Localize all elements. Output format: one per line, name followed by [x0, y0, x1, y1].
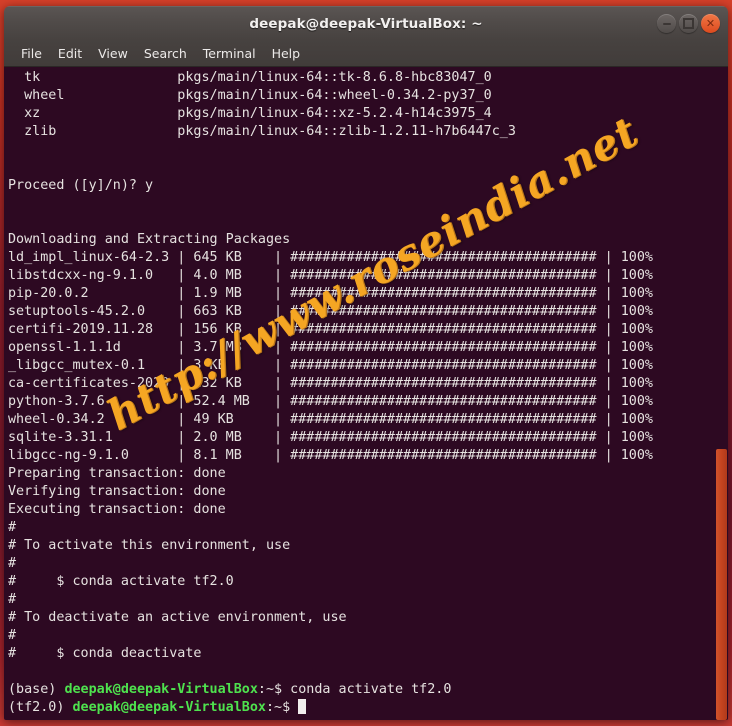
terminal-line: tk pkgs/main/linux-64::tk-8.6.8-hbc83047…	[8, 70, 492, 85]
menu-item-edit[interactable]: Edit	[50, 44, 90, 63]
prompt-env: (base)	[8, 682, 65, 697]
terminal-line: python-3.7.6 | 52.4 MB | ###############…	[8, 394, 653, 409]
minimize-button[interactable]	[657, 14, 676, 33]
prompt-env: (tf2.0)	[8, 700, 73, 715]
prompt-command: conda activate tf2.0	[290, 682, 452, 697]
terminal-line: Proceed ([y]/n)? y	[8, 178, 154, 193]
menubar: File Edit View Search Terminal Help	[4, 40, 728, 67]
terminal-line: xz pkgs/main/linux-64::xz-5.2.4-h14c3975…	[8, 106, 492, 121]
terminal-line: libgcc-ng-9.1.0 | 8.1 MB | #############…	[8, 448, 653, 463]
terminal-line: Downloading and Extracting Packages	[8, 232, 291, 247]
close-icon: ✕	[705, 17, 716, 30]
terminal-line: wheel-0.34.2 | 49 KB | #################…	[8, 412, 653, 427]
terminal-scrollbar[interactable]	[715, 67, 728, 720]
terminal-line: # To deactivate an active environment, u…	[8, 610, 347, 625]
terminal-line: # $ conda activate tf2.0	[8, 574, 234, 589]
terminal-line: Executing transaction: done	[8, 502, 226, 517]
text-cursor	[298, 699, 307, 714]
terminal-view[interactable]: tk pkgs/main/linux-64::tk-8.6.8-hbc83047…	[4, 67, 728, 720]
terminal-line: zlib pkgs/main/linux-64::zlib-1.2.11-h7b…	[8, 124, 516, 139]
maximize-icon	[683, 18, 694, 29]
terminal-line: #	[8, 628, 17, 643]
terminal-line: setuptools-45.2.0 | 663 KB | ###########…	[8, 304, 653, 319]
terminal-line: Verifying transaction: done	[8, 484, 226, 499]
terminal-prompt-line: (tf2.0) deepak@deepak-VirtualBox:~$	[8, 699, 728, 717]
terminal-line: # $ conda deactivate	[8, 646, 202, 661]
prompt-user-host: deepak@deepak-VirtualBox	[72, 700, 266, 715]
terminal-line: sqlite-3.31.1 | 2.0 MB | ###############…	[8, 430, 653, 445]
menu-item-file[interactable]: File	[13, 44, 50, 63]
window-titlebar[interactable]: deepak@deepak-VirtualBox: ~ ✕	[4, 6, 728, 40]
terminal-line: libstdcxx-ng-9.1.0 | 4.0 MB | ##########…	[8, 268, 653, 283]
terminal-line: ca-certificates-2020 | 132 KB | ########…	[8, 376, 653, 391]
menu-item-help[interactable]: Help	[264, 44, 309, 63]
maximize-button[interactable]	[679, 14, 698, 33]
terminal-window: deepak@deepak-VirtualBox: ~ ✕ File Edit Vi…	[4, 6, 728, 720]
terminal-prompt-line: (base) deepak@deepak-VirtualBox:~$ conda…	[8, 681, 728, 699]
terminal-line: #	[8, 592, 17, 607]
terminal-line: wheel pkgs/main/linux-64::wheel-0.34.2-p…	[8, 88, 492, 103]
terminal-line: ld_impl_linux-64-2.3 | 645 KB | ########…	[8, 250, 653, 265]
close-button[interactable]: ✕	[701, 14, 720, 33]
menu-item-view[interactable]: View	[90, 44, 136, 63]
terminal-line: # To activate this environment, use	[8, 538, 291, 553]
terminal-line: #	[8, 556, 17, 571]
terminal-line: Preparing transaction: done	[8, 466, 226, 481]
prompt-path: :~$	[265, 700, 299, 715]
terminal-output: tk pkgs/main/linux-64::tk-8.6.8-hbc83047…	[4, 67, 728, 720]
menu-item-search[interactable]: Search	[136, 44, 195, 63]
scrollbar-thumb[interactable]	[716, 449, 727, 720]
menu-item-terminal[interactable]: Terminal	[195, 44, 264, 63]
terminal-line: certifi-2019.11.28 | 156 KB | ##########…	[8, 322, 653, 337]
minimize-icon	[662, 22, 671, 25]
terminal-line: pip-20.0.2 | 1.9 MB | ##################…	[8, 286, 653, 301]
terminal-line: _libgcc_mutex-0.1 | 3 KB | #############…	[8, 358, 653, 373]
window-controls: ✕	[657, 7, 720, 40]
terminal-line: #	[8, 520, 17, 535]
window-title: deepak@deepak-VirtualBox: ~	[249, 15, 483, 32]
terminal-line: openssl-1.1.1d | 3.7 MB | ##############…	[8, 340, 653, 355]
prompt-user-host: deepak@deepak-VirtualBox	[64, 682, 258, 697]
prompt-path: :~$	[257, 682, 291, 697]
